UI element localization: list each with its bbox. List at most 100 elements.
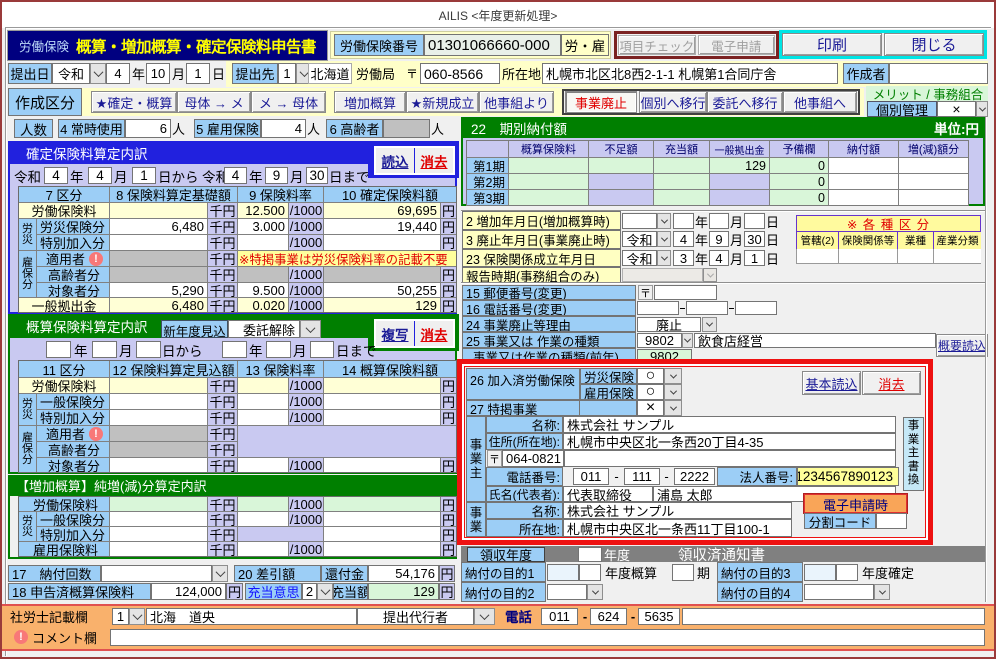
amount-cell[interactable] — [324, 497, 440, 511]
kakushu-cell[interactable] — [797, 249, 838, 263]
tel-henko-field1[interactable] — [637, 301, 679, 315]
gyoshu-field[interactable]: 飲食店経営 — [694, 333, 936, 348]
gaiyo-yomikomi-button[interactable]: 概要読込 — [936, 334, 988, 357]
base-cell[interactable]: 5,290 — [110, 283, 207, 297]
amount-cell[interactable]: 69,695 — [324, 203, 440, 218]
rate-cell[interactable] — [238, 410, 288, 425]
sakusei-field[interactable] — [889, 63, 988, 84]
gaisan-clear-button[interactable]: 消去 — [415, 321, 453, 346]
botai-me-button[interactable]: 母体 → メ — [177, 91, 251, 113]
redbox-clear-button[interactable]: 消去 — [862, 371, 921, 395]
print-button[interactable]: 印刷 — [782, 33, 882, 56]
tel-henko-field2[interactable] — [686, 301, 728, 315]
kibetsu-cell[interactable] — [899, 158, 968, 173]
kanpu-field[interactable]: 54,176 — [368, 565, 439, 582]
tajikumi-e-button[interactable]: 他事組へ — [783, 91, 857, 113]
jtel1-field[interactable]: 011 — [573, 468, 609, 485]
meisho-field[interactable]: 株式会社 サンプル — [563, 416, 896, 433]
kakikae-button[interactable]: 事業主書換 — [903, 417, 924, 491]
jigyo-haishi-button[interactable]: 事業廃止 — [565, 91, 637, 113]
rate-cell[interactable] — [238, 542, 288, 556]
jigyo-meisho-field[interactable]: 株式会社 サンプル — [563, 502, 792, 519]
comment-field[interactable] — [110, 629, 985, 646]
denshi-shinsei-button[interactable]: 電子申請 — [698, 35, 776, 55]
jusho-field[interactable]: 札幌市中央区北一条西20丁目4-35 — [563, 433, 896, 450]
seiritsu-date-month-field[interactable]: 4 — [709, 250, 729, 266]
kakutei-clear-button[interactable]: 消去 — [415, 148, 453, 173]
amount-cell[interactable] — [324, 542, 440, 556]
close-button[interactable]: 閉じる — [884, 33, 984, 56]
tel3-field[interactable]: 5635 — [638, 608, 680, 625]
base-cell[interactable] — [110, 235, 207, 250]
zip-extra-field[interactable] — [564, 450, 896, 467]
koyo-hoken-dropdown[interactable] — [664, 384, 682, 400]
gaisan-date-y1[interactable] — [46, 341, 71, 358]
kakushu-cell[interactable] — [839, 249, 897, 263]
zip-field[interactable]: 064-0821 — [502, 450, 564, 467]
rate-cell[interactable]: 0.020 — [238, 298, 288, 312]
koyo-hoken-field[interactable]: ○ — [637, 384, 664, 400]
tel1-field[interactable]: 011 — [541, 608, 578, 625]
kakutei-date-d2[interactable]: 30 — [306, 167, 328, 184]
tel2-field[interactable]: 624 — [590, 608, 627, 625]
base-cell[interactable] — [110, 394, 207, 409]
gaisan-date-d2[interactable] — [310, 341, 334, 358]
base-cell[interactable]: 6,480 — [110, 219, 207, 234]
juto-gaku-field[interactable]: 129 — [368, 583, 439, 600]
seiritsu-date-day-field[interactable]: 1 — [744, 250, 765, 266]
window-titlebar[interactable]: AILIS <年度更新処理> — [2, 2, 994, 28]
gaisan-copy-button[interactable]: 複写 — [376, 321, 415, 346]
seiritsu-date-era-field[interactable]: 令和 — [622, 250, 657, 266]
gaisan-date-y2[interactable] — [222, 341, 247, 358]
nofu-kaisu-field[interactable] — [101, 565, 212, 582]
kakushu-cell[interactable] — [934, 249, 981, 263]
dairi-dropdown[interactable] — [474, 608, 495, 625]
base-cell[interactable] — [110, 458, 207, 472]
zoka-date-month-field[interactable] — [709, 213, 729, 229]
haishi-date-day-field[interactable]: 30 — [744, 231, 765, 247]
kobetsu-kanri-dropdown[interactable] — [976, 101, 988, 117]
tokkei-dropdown[interactable] — [664, 400, 682, 416]
yakushoku-field[interactable]: 代表取締役 — [563, 486, 653, 502]
amount-cell[interactable] — [324, 512, 440, 526]
amount-cell[interactable] — [324, 410, 440, 425]
amount-cell[interactable] — [324, 235, 440, 250]
kakutei-date-y1[interactable]: 4 — [44, 167, 68, 184]
haishi-date-year-field[interactable]: 4 — [673, 231, 694, 247]
juto-ishi-field[interactable]: 2 — [302, 583, 317, 600]
rate-cell[interactable]: 12.500 — [238, 203, 288, 218]
base-cell[interactable] — [110, 410, 207, 425]
me-botai-button[interactable]: メ → 母体 — [251, 91, 326, 113]
kibetsu-cell[interactable] — [829, 190, 898, 205]
rate-cell[interactable] — [238, 378, 288, 393]
sharoshi-name-field[interactable]: 北海 道央 — [146, 608, 357, 625]
shinki-seiritsu-button[interactable]: ★新規成立 — [406, 91, 479, 113]
zoka-date-era-dropdown[interactable] — [657, 213, 671, 229]
base-cell[interactable] — [110, 378, 207, 393]
haishi-riyu-field[interactable]: 廃止 — [637, 317, 701, 332]
juto-ishi-dropdown[interactable] — [317, 583, 333, 600]
haishi-date-era-field[interactable]: 令和 — [622, 231, 657, 247]
amount-cell[interactable] — [324, 394, 440, 409]
nofu-kaisu-dropdown[interactable] — [212, 565, 228, 582]
sharoshi-num-dropdown[interactable] — [129, 608, 145, 625]
kobetsu-iko-button[interactable]: 個別へ移行 — [639, 91, 707, 113]
amount-cell[interactable] — [324, 527, 440, 541]
haishi-date-month-field[interactable]: 9 — [709, 231, 729, 247]
amount-cell[interactable]: 19,440 — [324, 219, 440, 234]
bunkatsu-code-field[interactable] — [876, 513, 907, 529]
hojin-bango-field[interactable]: 1234567890123 — [797, 467, 899, 486]
shinkoku-field[interactable]: 124,000 — [151, 583, 226, 600]
kakutei-date-m1[interactable]: 4 — [88, 167, 112, 184]
gaisan-date-m1[interactable] — [92, 341, 117, 358]
mokuteki2-dropdown[interactable] — [587, 584, 603, 600]
kakushu-cell[interactable] — [898, 249, 933, 263]
sharoshi-num-field[interactable]: 1 — [112, 608, 129, 625]
sagyo-code-dropdown[interactable] — [682, 333, 693, 348]
mokuteki1-field[interactable] — [579, 564, 601, 581]
tel-henko-field3[interactable] — [735, 301, 777, 315]
rate-cell[interactable]: 9.500 — [238, 283, 288, 297]
kakutei-date-d1[interactable]: 1 — [132, 167, 156, 184]
seiritsu-date-era-dropdown[interactable] — [657, 250, 671, 266]
sagyo-code-field[interactable]: 9802 — [637, 333, 682, 348]
